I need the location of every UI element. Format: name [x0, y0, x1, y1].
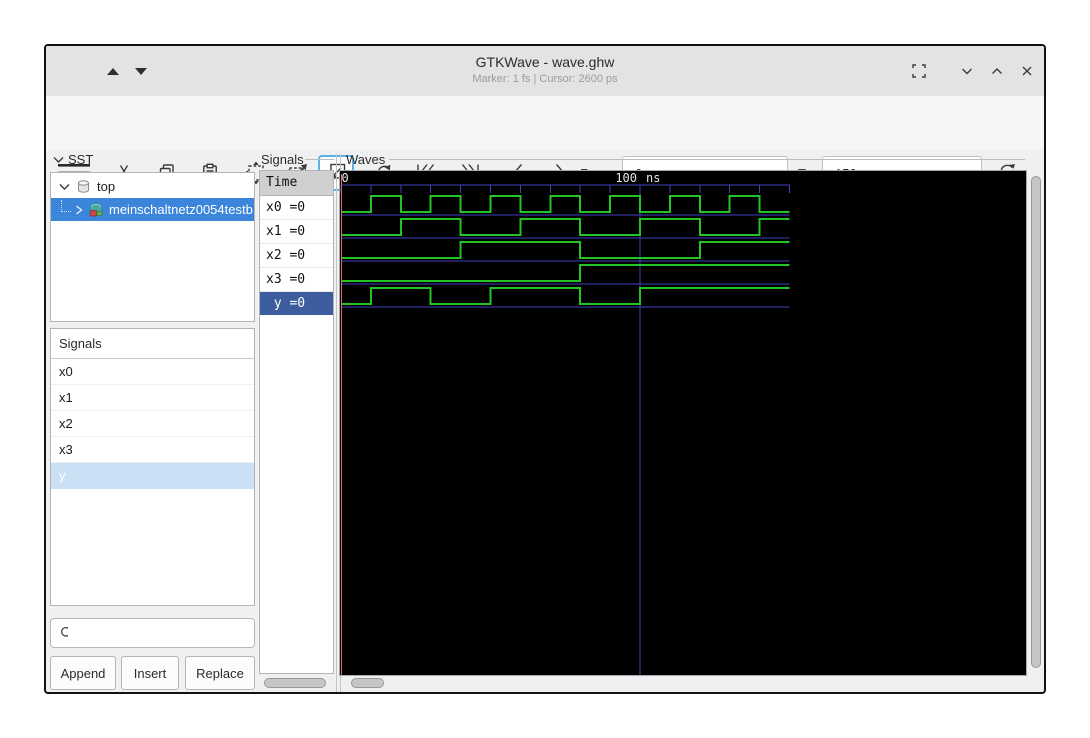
- replace-button-label: Replace: [196, 665, 244, 681]
- signal-name-row[interactable]: x1 =0: [260, 220, 333, 244]
- signal-search-box[interactable]: [50, 618, 255, 648]
- timeline-unit-label: ns: [646, 171, 660, 185]
- wave-trace-x2: [341, 241, 790, 259]
- signal-search-input[interactable]: [74, 620, 254, 646]
- search-icon: [60, 626, 68, 637]
- names-hscrollbar-thumb[interactable]: [264, 678, 326, 688]
- tree-item-module[interactable]: meinschaltnetz0054testb: [51, 198, 254, 221]
- chevron-down-icon[interactable]: [954, 46, 980, 96]
- module-colored-icon: [89, 202, 103, 216]
- maximize-frame-icon[interactable]: [906, 46, 932, 96]
- sst-expander-icon[interactable]: [52, 155, 65, 165]
- waves-hscrollbar-thumb[interactable]: [351, 678, 384, 688]
- signal-list-item-x2[interactable]: x2: [51, 411, 254, 437]
- insert-button[interactable]: Insert: [121, 656, 179, 690]
- timeline-label-0: 0: [342, 171, 349, 185]
- wave-trace-x0: [341, 195, 790, 213]
- signal-name-row[interactable]: x2 =0: [260, 244, 333, 268]
- close-icon[interactable]: [1014, 46, 1040, 96]
- database-cylinder-icon: [78, 180, 89, 193]
- window-title: GTKWave - wave.ghw: [475, 54, 615, 70]
- time-header[interactable]: Time: [260, 171, 333, 196]
- waves-vscrollbar-thumb[interactable]: [1031, 176, 1041, 668]
- append-button[interactable]: Append: [50, 656, 116, 690]
- replace-button[interactable]: Replace: [185, 656, 255, 690]
- tree-item-top[interactable]: top: [51, 175, 254, 198]
- wave-trace-y: [341, 287, 790, 305]
- wave-trace-x1: [341, 218, 790, 236]
- signal-name-row[interactable]: x3 =0: [260, 268, 333, 292]
- title-bar[interactable]: GTKWave - wave.ghw Marker: 1 fs | Cursor…: [46, 46, 1044, 97]
- signals-frame-line: [305, 159, 334, 160]
- signal-list-item-x3[interactable]: x3: [51, 437, 254, 463]
- signal-list-item-y[interactable]: y: [51, 463, 254, 489]
- signal-list-panel: Signals x0 x1 x2 x3 y: [50, 328, 255, 606]
- signal-list-item-x0[interactable]: x0: [51, 359, 254, 385]
- waves-frame-label: Waves: [346, 152, 386, 167]
- append-button-label: Append: [60, 665, 106, 681]
- signal-name-row[interactable]: x0 =0: [260, 196, 333, 220]
- main-toolbar: From: To:: [46, 96, 1044, 191]
- waves-frame-line: [389, 159, 1025, 160]
- gtkwave-window: GTKWave - wave.ghw Marker: 1 fs | Cursor…: [44, 44, 1046, 694]
- signal-names-panel: Time x0 =0 x1 =0 x2 =0 x3 =0 y =0: [259, 170, 334, 674]
- tree-item-label: top: [97, 179, 116, 194]
- signal-list-item-x1[interactable]: x1: [51, 385, 254, 411]
- signals-frame-label: Signals: [261, 152, 304, 167]
- tree-item-label: meinschaltnetz0054testb: [109, 202, 253, 217]
- signal-list-header: Signals: [51, 329, 254, 359]
- expander-down-icon[interactable]: [58, 182, 71, 192]
- timeline-label-100: 100: [615, 171, 637, 185]
- sst-label: SST: [68, 152, 94, 167]
- pane-splitter[interactable]: [336, 154, 337, 692]
- wave-canvas[interactable]: 0 100 ns: [339, 170, 1027, 676]
- sst-tree-panel: top meinschaltnetz0054testb: [50, 172, 255, 322]
- signal-name-row[interactable]: y =0: [260, 292, 333, 315]
- expander-right-icon[interactable]: [73, 204, 85, 216]
- chevron-up-icon[interactable]: [984, 46, 1010, 96]
- wave-trace-x3: [341, 264, 790, 282]
- window-subtitle: Marker: 1 fs | Cursor: 2600 ps: [472, 73, 618, 85]
- insert-button-label: Insert: [133, 665, 167, 681]
- tree-connector: [61, 199, 71, 212]
